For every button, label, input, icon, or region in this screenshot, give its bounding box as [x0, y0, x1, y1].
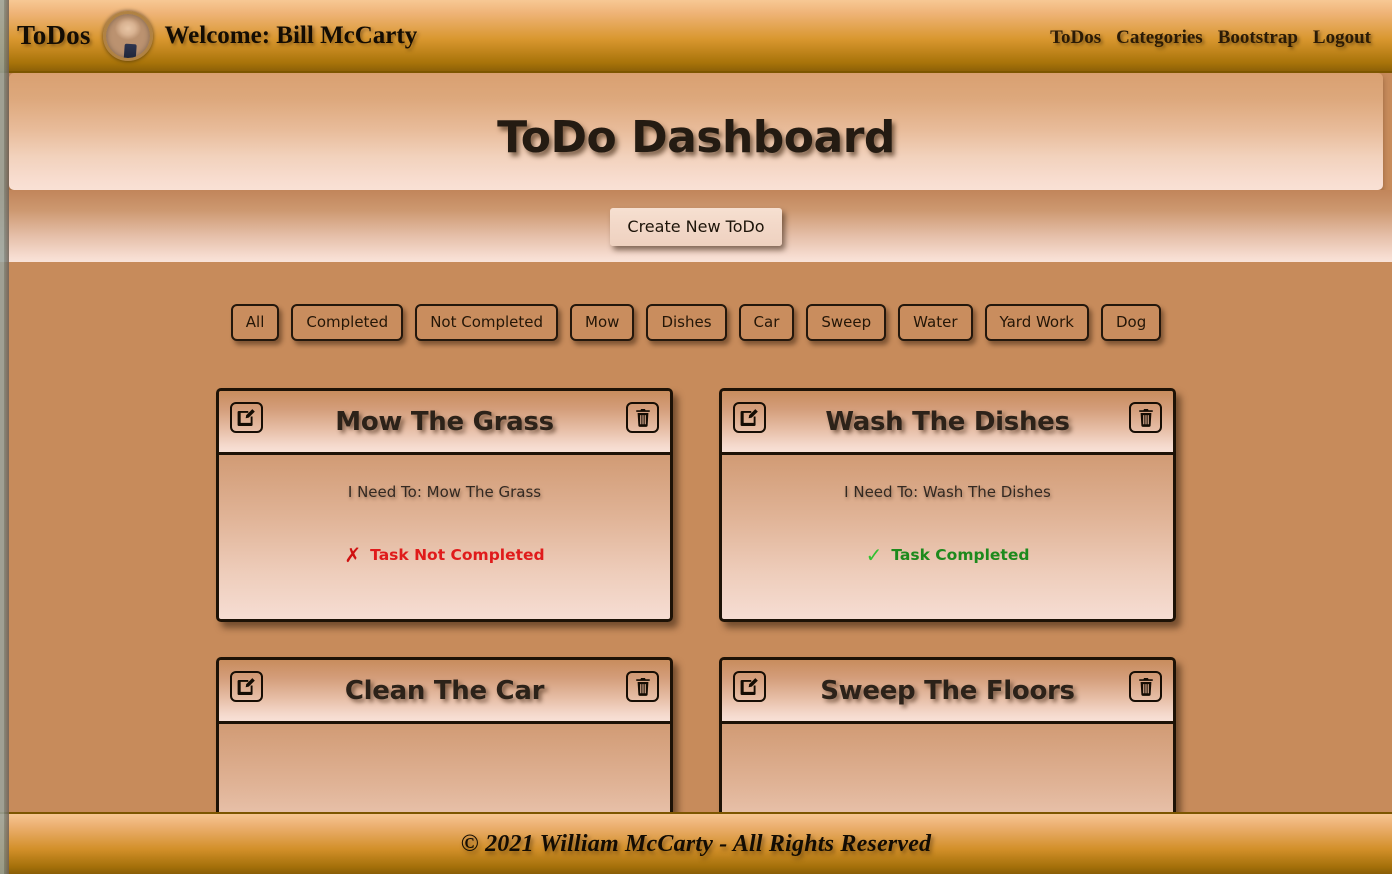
filter-yard-work[interactable]: Yard Work	[984, 304, 1089, 341]
status-badge: ✗ Task Not Completed	[344, 545, 544, 565]
avatar	[102, 10, 153, 61]
status-badge: ✓ Task Completed	[866, 545, 1030, 565]
create-todo-band: Create New ToDo	[0, 190, 1392, 262]
todo-card: Wash The Dishes I Need To: Wash The Dish…	[719, 388, 1176, 622]
filter-car[interactable]: Car	[738, 304, 795, 341]
create-new-todo-button[interactable]: Create New ToDo	[610, 208, 782, 246]
nav-link-logout[interactable]: Logout	[1313, 27, 1371, 49]
edit-todo-button[interactable]	[230, 402, 263, 433]
nav-link-categories[interactable]: Categories	[1116, 27, 1203, 49]
trash-icon	[635, 677, 651, 696]
filter-dog[interactable]: Dog	[1100, 304, 1162, 341]
pencil-square-icon	[740, 677, 759, 696]
delete-todo-button[interactable]	[626, 671, 659, 702]
todo-card-title: Wash The Dishes	[825, 406, 1070, 437]
navbar-brand-group: ToDos Welcome: Bill McCarty	[17, 10, 418, 61]
check-mark-icon: ✓	[865, 543, 883, 567]
status-text: Task Not Completed	[370, 546, 545, 564]
filter-buttons: All Completed Not Completed Mow Dishes C…	[0, 304, 1392, 341]
navbar-brand[interactable]: ToDos	[17, 20, 91, 51]
todo-card-title: Mow The Grass	[335, 406, 554, 437]
filter-water[interactable]: Water	[898, 304, 973, 341]
page-title: ToDo Dashboard	[497, 112, 895, 164]
main-content: All Completed Not Completed Mow Dishes C…	[0, 262, 1392, 874]
todo-card-grid: Mow The Grass I Need To: Mow The Grass ✗…	[216, 341, 1176, 874]
pencil-square-icon	[237, 408, 256, 427]
window-left-edge	[0, 0, 9, 874]
todo-card-body: I Need To: Wash The Dishes ✓ Task Comple…	[722, 455, 1173, 619]
filter-sweep[interactable]: Sweep	[806, 304, 887, 341]
filter-completed[interactable]: Completed	[291, 304, 404, 341]
todo-card-title: Clean The Car	[344, 675, 545, 706]
todo-card-header: Wash The Dishes	[722, 391, 1173, 455]
status-text: Task Completed	[891, 546, 1030, 564]
pencil-square-icon	[237, 677, 256, 696]
x-mark-icon: ✗	[344, 543, 362, 567]
edit-todo-button[interactable]	[230, 671, 263, 702]
footer: © 2021 William McCarty - All Rights Rese…	[0, 812, 1392, 874]
delete-todo-button[interactable]	[1129, 402, 1162, 433]
footer-copyright: © 2021 William McCarty - All Rights Rese…	[460, 830, 932, 857]
welcome-text: Welcome: Bill McCarty	[164, 21, 418, 49]
todo-description: I Need To: Mow The Grass	[347, 483, 542, 501]
todo-card: Mow The Grass I Need To: Mow The Grass ✗…	[216, 388, 673, 622]
filter-all[interactable]: All	[230, 304, 280, 341]
filter-dishes[interactable]: Dishes	[646, 304, 727, 341]
trash-icon	[635, 408, 651, 427]
trash-icon	[1138, 677, 1154, 696]
todo-card-body: I Need To: Mow The Grass ✗ Task Not Comp…	[219, 455, 670, 619]
nav-link-bootstrap[interactable]: Bootstrap	[1218, 27, 1298, 49]
delete-todo-button[interactable]	[626, 402, 659, 433]
pencil-square-icon	[740, 408, 759, 427]
todo-card-header: Mow The Grass	[219, 391, 670, 455]
window-left-edge-inner	[0, 0, 4, 874]
filter-mow[interactable]: Mow	[570, 304, 635, 341]
todo-description: I Need To: Wash The Dishes	[844, 483, 1051, 501]
edit-todo-button[interactable]	[733, 671, 766, 702]
trash-icon	[1138, 408, 1154, 427]
jumbotron: ToDo Dashboard	[9, 73, 1383, 190]
navbar: ToDos Welcome: Bill McCarty ToDos Catego…	[0, 0, 1392, 73]
filter-not-completed[interactable]: Not Completed	[415, 304, 559, 341]
delete-todo-button[interactable]	[1129, 671, 1162, 702]
edit-todo-button[interactable]	[733, 402, 766, 433]
nav-link-todos[interactable]: ToDos	[1050, 27, 1101, 49]
todo-card-title: Sweep The Floors	[820, 675, 1075, 706]
todo-card-header: Clean The Car	[219, 660, 670, 724]
todo-card-header: Sweep The Floors	[722, 660, 1173, 724]
navbar-links: ToDos Categories Bootstrap Logout	[1050, 23, 1374, 49]
